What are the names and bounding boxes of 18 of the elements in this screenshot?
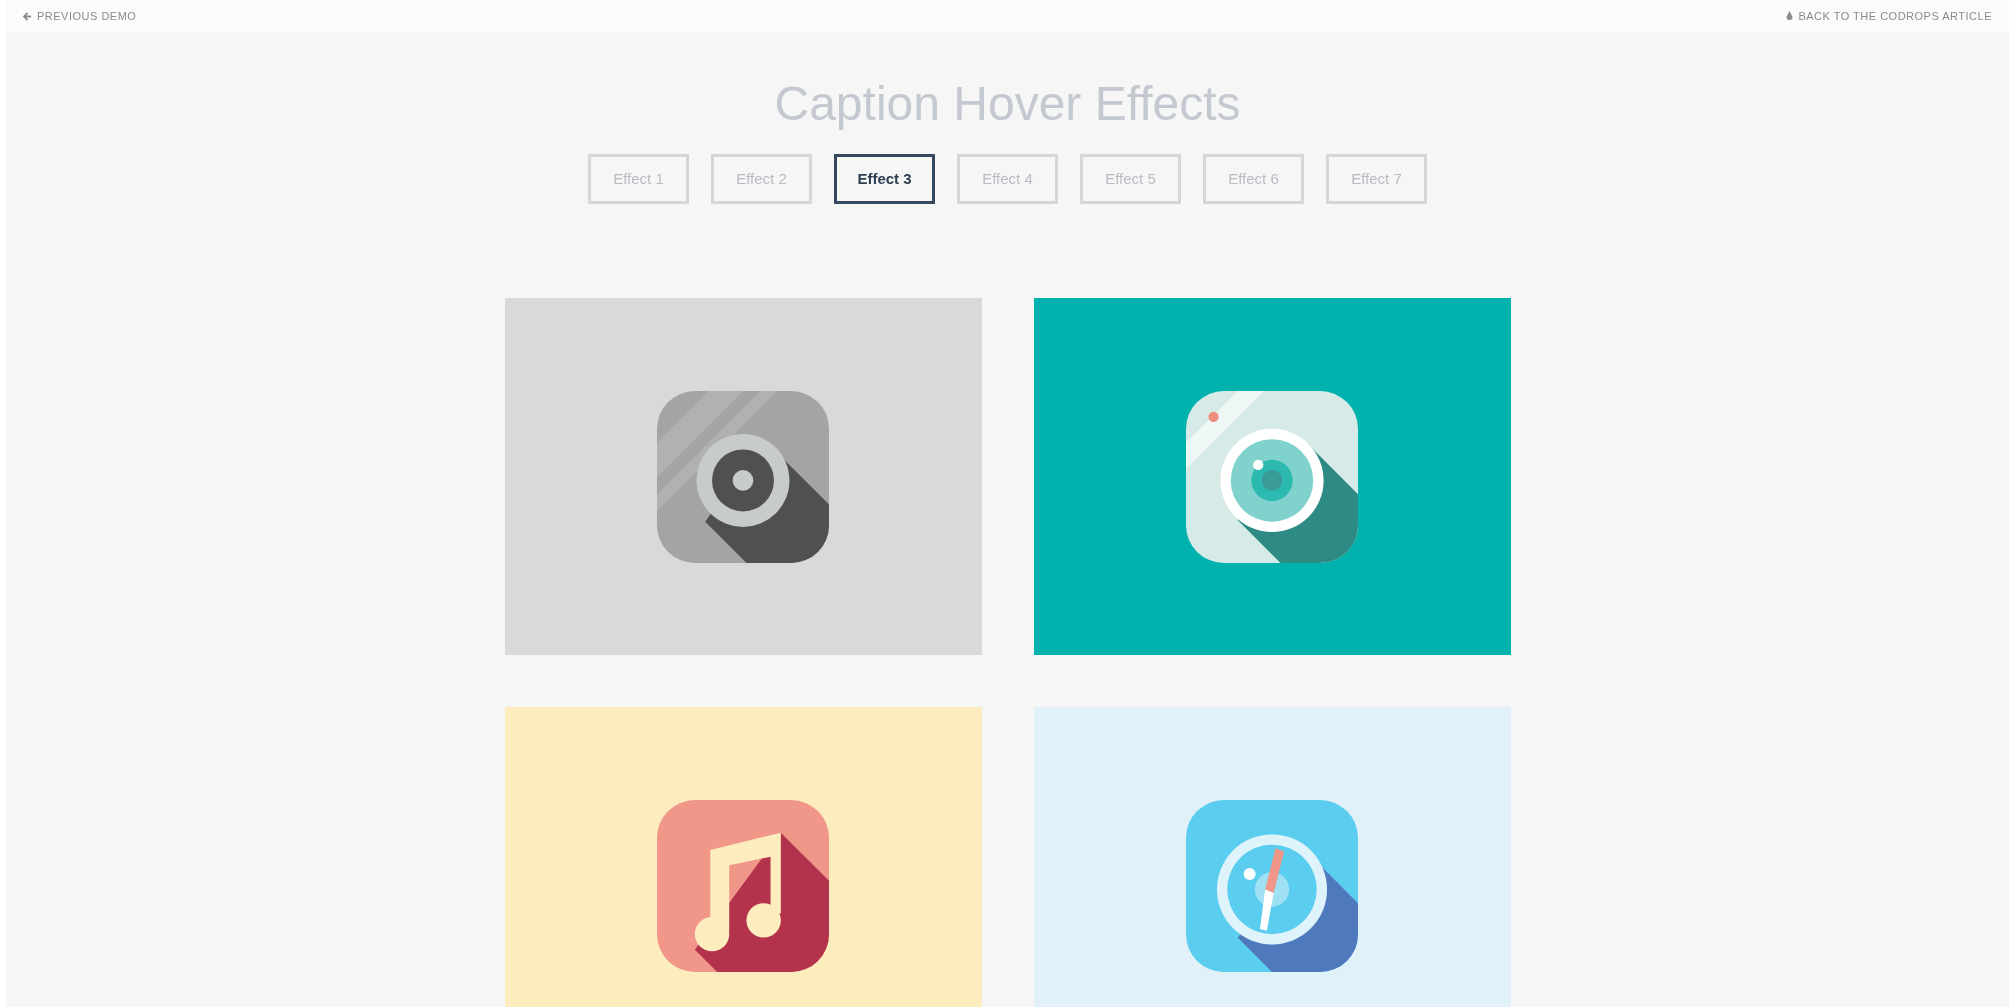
effect-tab[interactable]: Effect 3 xyxy=(834,154,935,204)
effect-card[interactable] xyxy=(504,707,982,1007)
previous-demo-link[interactable]: PREVIOUS DEMO xyxy=(23,7,137,25)
effect-card[interactable] xyxy=(1033,298,1511,655)
effect-tab[interactable]: Effect 6 xyxy=(1203,154,1304,204)
effect-card[interactable] xyxy=(1033,707,1511,1007)
effect-tab[interactable]: Effect 2 xyxy=(711,154,812,204)
compass-app-icon xyxy=(1186,799,1358,972)
effect-card[interactable] xyxy=(504,298,982,655)
drop-icon xyxy=(1786,11,1794,21)
effect-tab[interactable]: Effect 5 xyxy=(1080,154,1181,204)
effect-tab[interactable]: Effect 4 xyxy=(957,154,1058,204)
music-note-app-icon xyxy=(657,799,829,972)
back-to-article-link[interactable]: BACK TO THE CODROPS ARTICLE xyxy=(1786,7,1992,25)
effect-tab[interactable]: Effect 1 xyxy=(588,154,689,204)
arrow-left-icon xyxy=(23,11,32,21)
effect-tab[interactable]: Effect 7 xyxy=(1326,154,1427,204)
camera-app-icon xyxy=(1186,390,1358,563)
